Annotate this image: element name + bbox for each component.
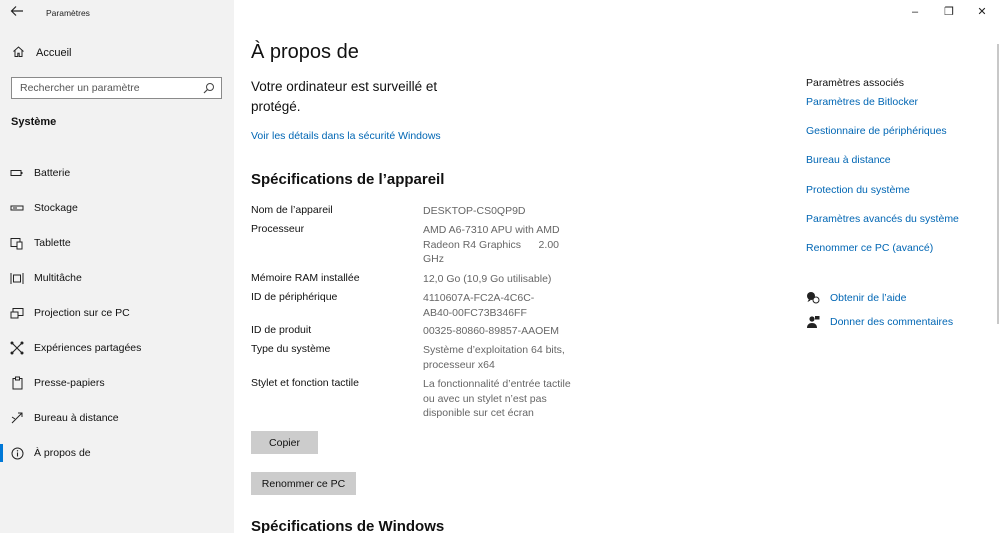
tablet-icon <box>10 236 24 250</box>
sidebar-item-label: Stockage <box>34 202 78 214</box>
multitasking-icon <box>10 271 24 285</box>
projection-icon <box>10 306 24 320</box>
rename-pc-advanced-link[interactable]: Renommer ce PC (avancé) <box>806 242 933 254</box>
home-icon <box>11 45 25 59</box>
battery-icon <box>10 166 24 180</box>
feedback-row[interactable]: Donner des commentaires <box>806 315 996 331</box>
spec-key: Mémoire RAM installée <box>251 272 360 284</box>
get-help-link[interactable]: Obtenir de l’aide <box>830 292 906 304</box>
sidebar-item-multitache[interactable]: Multitâche <box>0 266 234 290</box>
sidebar-item-label: Expériences partagées <box>34 342 142 354</box>
remote-desktop-icon <box>10 411 24 425</box>
security-status-line1: Votre ordinateur est surveillé et <box>251 79 438 94</box>
sidebar-item-experiences-partagees[interactable]: Expériences partagées <box>0 336 234 360</box>
section-header: Système <box>11 116 57 128</box>
spec-value: 4110607A-FC2A-4C6C-AB40-00FC73B346FF <box>423 292 535 319</box>
sidebar-item-tablette[interactable]: Tablette <box>0 231 234 255</box>
shared-experiences-icon <box>10 341 24 355</box>
spec-value: AMD A6-7310 APU with AMD Radeon R4 Graph… <box>423 224 563 265</box>
advanced-system-settings-link[interactable]: Paramètres avancés du système <box>806 213 959 225</box>
feedback-icon <box>806 315 820 329</box>
remote-desktop-link[interactable]: Bureau à distance <box>806 154 891 166</box>
spec-key: ID de périphérique <box>251 291 338 303</box>
copy-button[interactable]: Copier <box>251 431 318 454</box>
back-arrow-icon[interactable] <box>8 4 26 22</box>
search-input[interactable] <box>12 78 197 98</box>
help-icon <box>806 291 820 305</box>
security-status: Votre ordinateur est surveillé et protég… <box>251 77 481 117</box>
sidebar: Paramètres Accueil Système Batterie Stoc… <box>0 0 234 533</box>
sidebar-item-label: Projection sur ce PC <box>34 307 130 319</box>
spec-value: La fonctionnalité d’entrée tactile ou av… <box>423 378 571 419</box>
search-box[interactable] <box>11 77 222 99</box>
device-manager-link[interactable]: Gestionnaire de périphériques <box>806 125 947 137</box>
clipboard-icon <box>10 376 24 390</box>
spec-value: Système d’exploitation 64 bits, processe… <box>423 344 565 371</box>
spec-key: ID de produit <box>251 324 312 336</box>
sidebar-item-presse-papiers[interactable]: Presse-papiers <box>0 371 234 395</box>
security-status-line2: protégé. <box>251 99 301 114</box>
sidebar-item-projection[interactable]: Projection sur ce PC <box>0 301 234 325</box>
sidebar-item-stockage[interactable]: Stockage <box>0 196 234 220</box>
windows-specs-title: Spécifications de Windows <box>251 518 445 533</box>
sidebar-item-batterie[interactable]: Batterie <box>0 161 234 185</box>
storage-icon <box>10 201 24 215</box>
sidebar-item-bureau-a-distance[interactable]: Bureau à distance <box>0 406 234 430</box>
get-help-row[interactable]: Obtenir de l’aide <box>806 291 996 307</box>
security-details-link[interactable]: Voir les détails dans la sécurité Window… <box>251 130 441 142</box>
spec-key: Type du système <box>251 343 331 355</box>
spec-key: Stylet et fonction tactile <box>251 377 359 389</box>
sidebar-item-label: Accueil <box>36 47 72 59</box>
search-icon[interactable] <box>203 81 215 94</box>
sidebar-item-label: Presse-papiers <box>34 377 105 389</box>
sidebar-item-home[interactable]: Accueil <box>0 41 234 65</box>
rename-pc-button[interactable]: Renommer ce PC <box>251 472 356 495</box>
system-protection-link[interactable]: Protection du système <box>806 184 910 196</box>
spec-key: Processeur <box>251 223 305 235</box>
page-title: À propos de <box>251 41 359 63</box>
sidebar-item-a-propos-de[interactable]: À propos de <box>0 441 234 465</box>
app-title: Paramètres <box>46 8 90 18</box>
spec-value: DESKTOP-CS0QP9D <box>423 205 526 217</box>
sidebar-item-label: Multitâche <box>34 272 82 284</box>
sidebar-item-label: Bureau à distance <box>34 412 119 424</box>
spec-value: 00325-80860-89857-AAOEM <box>423 325 560 337</box>
active-indicator <box>0 444 3 462</box>
feedback-link[interactable]: Donner des commentaires <box>830 316 953 328</box>
info-icon <box>10 446 24 460</box>
spec-value: 12,0 Go (10,9 Go utilisable) <box>423 273 552 285</box>
scrollbar[interactable] <box>997 44 999 324</box>
bitlocker-link[interactable]: Paramètres de Bitlocker <box>806 96 918 108</box>
device-specs-title: Spécifications de l’appareil <box>251 171 445 188</box>
related-settings-header: Paramètres associés <box>806 77 905 89</box>
sidebar-item-label: Tablette <box>34 237 71 249</box>
sidebar-item-label: À propos de <box>34 447 91 459</box>
sidebar-item-label: Batterie <box>34 167 71 179</box>
spec-key: Nom de l’appareil <box>251 204 333 216</box>
